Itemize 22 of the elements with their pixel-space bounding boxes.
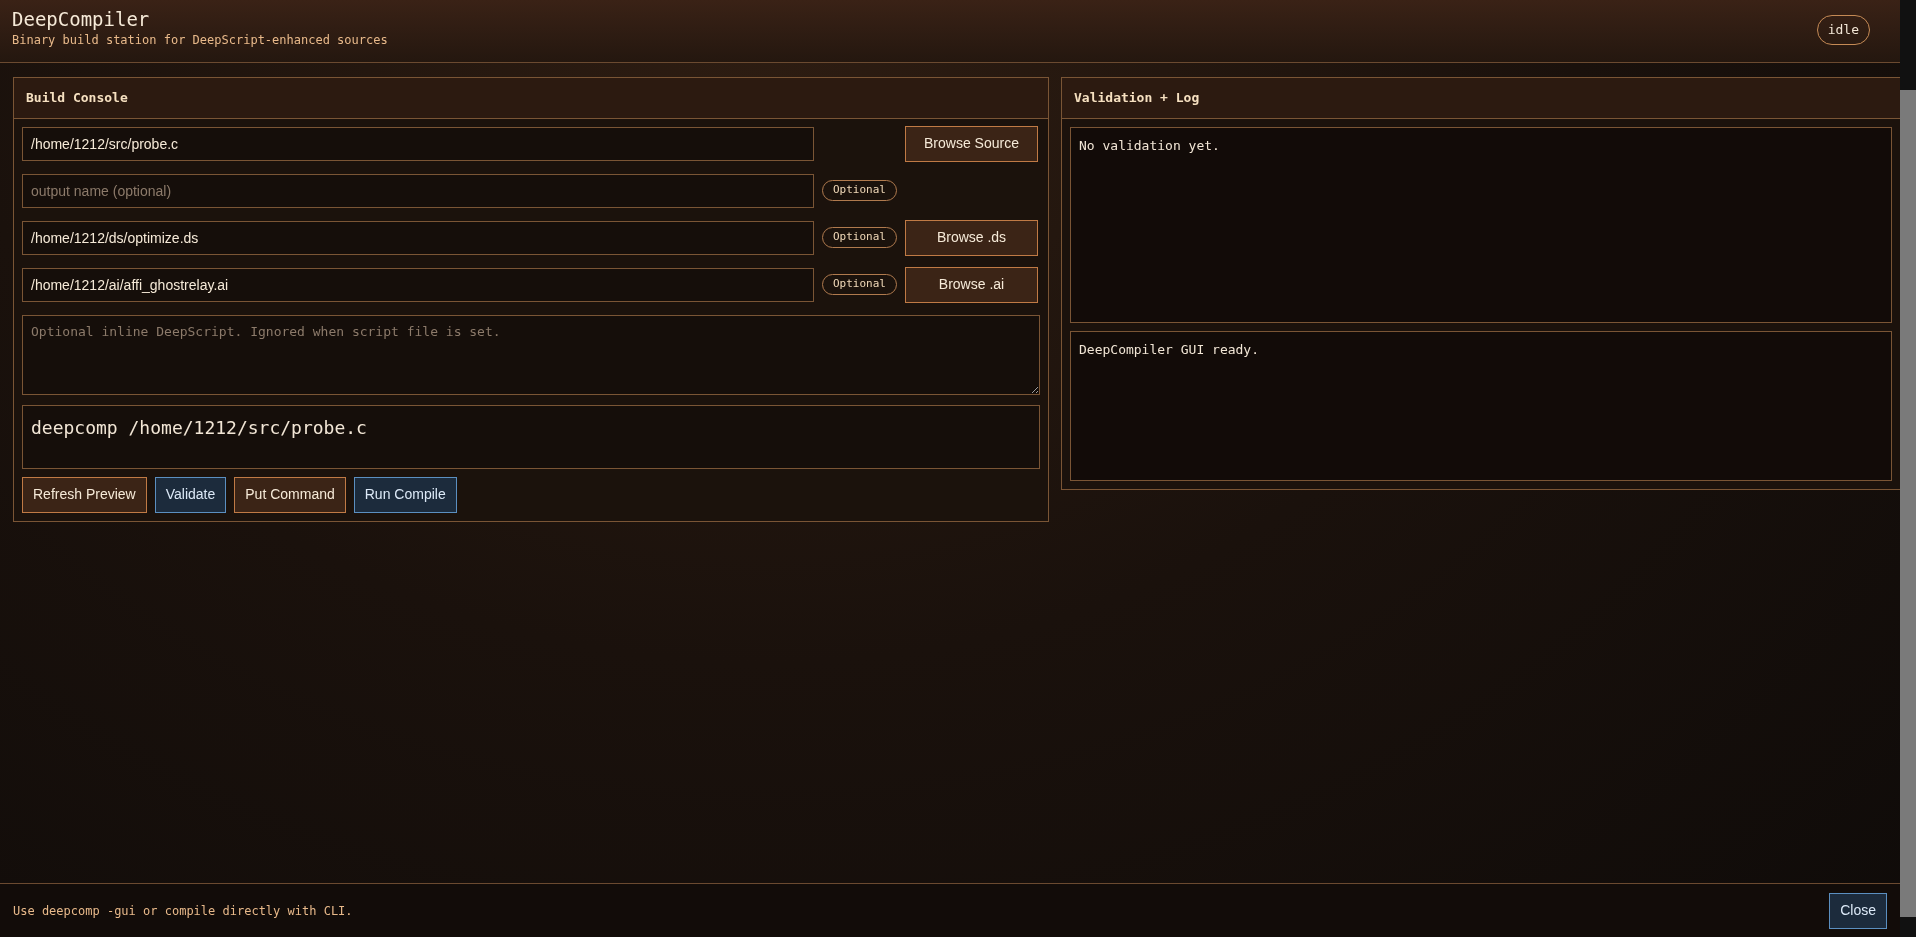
command-preview: deepcomp /home/1212/src/probe.c	[22, 404, 1040, 469]
panel-title: Build Console	[14, 78, 1048, 119]
script-field[interactable]: Optional inline DeepScript. Ignored when script file is set.	[22, 314, 1040, 395]
action-button[interactable]: Validate	[154, 476, 227, 513]
validation-output: No validation yet.	[1070, 126, 1892, 323]
path-field[interactable]: /home/1212/ds/optimize.ds	[22, 220, 814, 255]
app-title: DeepCompiler	[12, 8, 151, 31]
action-button[interactable]: Run Compile	[353, 476, 457, 513]
scrollbar[interactable]	[1900, 0, 1916, 937]
footer-hint: Use deepcomp -gui or compile directly with CLI.	[13, 902, 353, 920]
action-button[interactable]: Refresh Preview	[22, 476, 147, 513]
log-output: DeepCompiler GUI ready.	[1070, 330, 1892, 481]
browse-button[interactable]: Browse .ai	[905, 266, 1038, 303]
browse-button[interactable]: Browse Source	[905, 125, 1038, 162]
path-field[interactable]: /home/1212/ai/affi_ghostrelay.ai	[22, 267, 814, 302]
action-button[interactable]: Put Command	[234, 476, 346, 513]
panel-title: Validation + Log	[1062, 78, 1900, 119]
path-field[interactable]: output name (optional)	[22, 173, 814, 208]
path-field[interactable]: /home/1212/src/probe.c	[22, 126, 814, 161]
app-subtitle: Binary build station for DeepScript-enhanced sources	[12, 31, 388, 49]
browse-button[interactable]: Browse .ds	[905, 219, 1038, 256]
close-button[interactable]: Close	[1829, 892, 1887, 929]
